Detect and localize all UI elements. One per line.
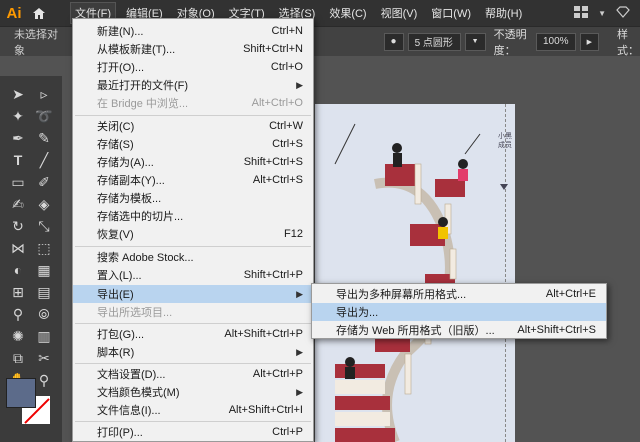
chevron-right-icon: ▶ <box>296 288 303 299</box>
menu-item-scripts[interactable]: 脚本(R) ▶ <box>73 343 313 361</box>
menu-item-save-as[interactable]: 存储为(A)... Shift+Ctrl+S <box>73 153 313 171</box>
fill-swatch[interactable] <box>6 378 36 408</box>
menu-item-file-info[interactable]: 文件信息(I)... Alt+Shift+Ctrl+I <box>73 401 313 419</box>
zoom-tool-icon[interactable]: ⚲ <box>34 370 54 390</box>
chevron-right-icon: ▶ <box>296 346 303 357</box>
menu-separator <box>75 421 311 422</box>
mesh-tool-icon[interactable]: ⊞ <box>8 282 28 302</box>
menu-item-save-for-web[interactable]: 存储为 Web 所用格式（旧版）... Alt+Shift+Ctrl+S <box>312 321 606 339</box>
paintbrush-tool-icon[interactable]: ✐ <box>34 172 54 192</box>
type-tool-icon[interactable]: T <box>8 150 28 170</box>
menu-view[interactable]: 视图(V) <box>377 2 422 24</box>
rectangle-tool-icon[interactable]: ▭ <box>8 172 28 192</box>
menu-item-save-slices[interactable]: 存储选中的切片... <box>73 207 313 225</box>
artboard[interactable] <box>315 104 515 442</box>
line-tool-icon[interactable]: ╱ <box>34 150 54 170</box>
artboard-tool-icon[interactable]: ⧉ <box>8 348 28 368</box>
opacity-label: 不透明度： <box>493 28 527 57</box>
menu-item-revert[interactable]: 恢复(V) F12 <box>73 225 313 243</box>
app-logo: Ai <box>6 4 22 22</box>
symbol-sprayer-tool-icon[interactable]: ✺ <box>8 326 28 346</box>
eyedropper-tool-icon[interactable]: ⚲ <box>8 304 28 324</box>
menu-item-save-as-template[interactable]: 存储为模板... <box>73 189 313 207</box>
brush-dot-icon[interactable]: ● <box>383 32 404 51</box>
menu-separator <box>75 323 311 324</box>
menu-item-export-as[interactable]: 导出为... <box>312 303 606 321</box>
menu-item-export[interactable]: 导出(E) ▶ <box>73 285 313 303</box>
shaper-tool-icon[interactable]: ✍ <box>8 194 28 214</box>
file-menu: 新建(N)... Ctrl+N 从模板新建(T)... Shift+Ctrl+N 打… <box>72 18 314 442</box>
shape-builder-tool-icon[interactable]: ◐ <box>8 260 28 280</box>
export-submenu: 导出为多种屏幕所用格式... Alt+Ctrl+E 导出为... 存储为 Web … <box>311 283 607 339</box>
menu-item-document-setup[interactable]: 文档设置(D)... Alt+Ctrl+P <box>73 365 313 383</box>
gradient-tool-icon[interactable]: ▤ <box>34 282 54 302</box>
menu-item-close[interactable]: 关闭(C) Ctrl+W <box>73 117 313 135</box>
brush-size-chevron-icon[interactable]: ▼ <box>464 32 486 51</box>
menu-item-search-stock[interactable]: 搜索 Adobe Stock... <box>73 248 313 266</box>
menu-effect[interactable]: 效果(C) <box>325 2 370 24</box>
column-graph-tool-icon[interactable]: ▥ <box>34 326 54 346</box>
selection-status: 未选择对象 <box>14 28 58 57</box>
artboard-vertical-label: 小黑成员 <box>498 133 512 149</box>
menu-item-new[interactable]: 新建(N)... Ctrl+N <box>73 22 313 40</box>
pen-tool-icon[interactable]: ✒ <box>8 128 28 148</box>
menu-item-browse-bridge: 在 Bridge 中浏览... Alt+Ctrl+O <box>97 97 303 110</box>
menu-item-export-selection: 导出所选项目... <box>97 307 173 319</box>
triangle-down-icon <box>500 184 508 190</box>
perspective-grid-tool-icon[interactable]: ▦ <box>34 260 54 280</box>
menu-item-print[interactable]: 打印(P)... Ctrl+P <box>73 423 313 441</box>
menu-separator <box>75 115 311 116</box>
home-icon[interactable] <box>28 0 50 26</box>
rotate-tool-icon[interactable]: ↻ <box>8 216 28 236</box>
chevron-right-icon: ▶ <box>296 79 303 90</box>
curvature-tool-icon[interactable]: ✎ <box>34 128 54 148</box>
slice-tool-icon[interactable]: ✂ <box>34 348 54 368</box>
direct-selection-tool-icon[interactable]: ▹ <box>34 84 54 104</box>
menu-item-save[interactable]: 存储(S) Ctrl+S <box>73 135 313 153</box>
artwork-illustration <box>334 123 481 442</box>
free-transform-tool-icon[interactable]: ⬚ <box>34 238 54 258</box>
search-gem-icon[interactable] <box>616 5 630 21</box>
brush-size-select[interactable]: 5 点圆形 <box>407 32 461 51</box>
guide-line <box>505 104 506 442</box>
menu-item-open[interactable]: 打开(O)... Ctrl+O <box>73 58 313 76</box>
menu-separator <box>75 246 311 247</box>
chevron-right-icon: ▶ <box>296 386 303 397</box>
opacity-chevron-icon[interactable]: ▶ <box>579 32 599 51</box>
menu-item-document-color-mode[interactable]: 文档颜色模式(M) ▶ <box>73 383 313 401</box>
workspace-grid-icon[interactable] <box>574 5 589 21</box>
blend-tool-icon[interactable]: ⦾ <box>34 304 54 324</box>
menu-item-save-copy[interactable]: 存储副本(Y)... Alt+Ctrl+S <box>73 171 313 189</box>
magic-wand-tool-icon[interactable]: ✦ <box>8 106 28 126</box>
selection-tool-icon[interactable]: ➤ <box>8 84 28 104</box>
menu-item-export-for-screens[interactable]: 导出为多种屏幕所用格式... Alt+Ctrl+E <box>312 285 606 303</box>
width-tool-icon[interactable]: ⋈ <box>8 238 28 258</box>
scale-tool-icon[interactable]: ⤡ <box>34 216 54 236</box>
opacity-input[interactable]: 100% <box>536 32 576 51</box>
chevron-down-icon[interactable]: ▼ <box>598 9 606 18</box>
menu-item-place[interactable]: 置入(L)... Shift+Ctrl+P <box>73 266 313 284</box>
lasso-tool-icon[interactable]: ➰ <box>34 106 54 126</box>
menu-separator <box>75 363 311 364</box>
menu-window[interactable]: 窗口(W) <box>427 2 475 24</box>
style-label: 样式： <box>616 28 639 57</box>
menu-item-new-from-template[interactable]: 从模板新建(T)... Shift+Ctrl+N <box>73 40 313 58</box>
menu-item-open-recent[interactable]: 最近打开的文件(F) ▶ <box>73 76 313 94</box>
menu-help[interactable]: 帮助(H) <box>481 2 526 24</box>
menu-item-package[interactable]: 打包(G)... Alt+Shift+Ctrl+P <box>73 325 313 343</box>
eraser-tool-icon[interactable]: ◈ <box>34 194 54 214</box>
